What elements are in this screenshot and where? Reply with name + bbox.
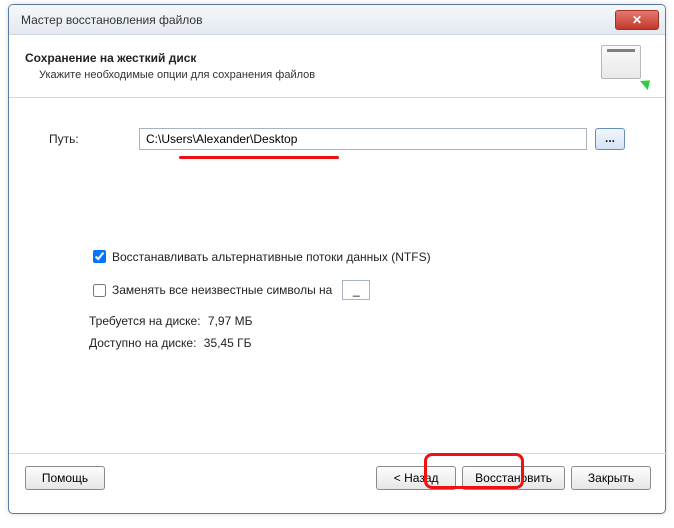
annotation-underline — [179, 156, 339, 159]
restore-streams-label: Восстанавливать альтернативные потоки да… — [112, 250, 431, 264]
replace-unknown-label: Заменять все неизвестные символы на — [112, 283, 332, 297]
path-label: Путь: — [49, 132, 139, 146]
close-button[interactable]: Закрыть — [571, 466, 651, 490]
page-title: Сохранение на жесткий диск — [25, 51, 599, 65]
recover-button[interactable]: Восстановить — [462, 466, 565, 490]
available-value: 35,45 ГБ — [204, 336, 252, 350]
page-subtitle: Укажите необходимые опции для сохранения… — [25, 69, 599, 81]
back-button[interactable]: < Назад — [376, 466, 456, 490]
browse-button[interactable]: ... — [595, 128, 625, 150]
replace-char-input[interactable] — [342, 280, 370, 300]
close-icon[interactable]: ✕ — [615, 10, 659, 30]
disk-save-icon — [599, 45, 649, 87]
required-label: Требуется на диске: — [89, 314, 201, 328]
replace-unknown-checkbox[interactable] — [93, 284, 106, 297]
path-input[interactable] — [139, 128, 587, 150]
header-panel: Сохранение на жесткий диск Укажите необх… — [9, 35, 665, 98]
help-button[interactable]: Помощь — [25, 466, 105, 490]
restore-streams-checkbox[interactable] — [93, 250, 106, 263]
available-label: Доступно на диске: — [89, 336, 196, 350]
window-title: Мастер восстановления файлов — [21, 13, 615, 27]
required-value: 7,97 МБ — [208, 314, 253, 328]
titlebar: Мастер восстановления файлов ✕ — [9, 5, 665, 35]
